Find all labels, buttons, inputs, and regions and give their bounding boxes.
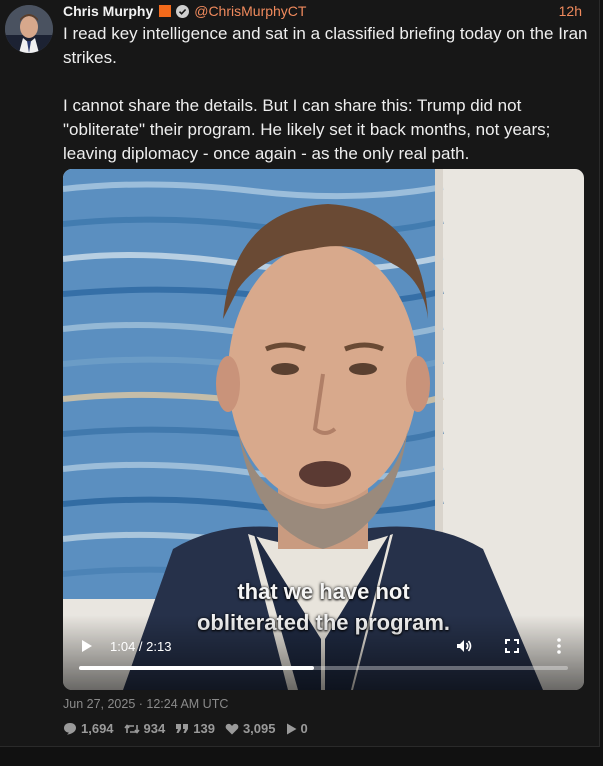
- tweet-card: Chris Murphy @ChrisMurphyCT 12h I read k…: [0, 0, 600, 747]
- quote-count: 139: [193, 721, 215, 736]
- tweet-timestamp[interactable]: Jun 27, 2025 · 12:24 AM UTC: [63, 697, 228, 711]
- video-caption-line-1: that we have not: [237, 579, 410, 604]
- like-icon: [225, 723, 239, 735]
- avatar[interactable]: [5, 5, 53, 53]
- retweet-icon: [123, 723, 140, 735]
- play-count-icon: [286, 723, 297, 735]
- like-stat[interactable]: 3,095: [225, 721, 276, 736]
- relative-time[interactable]: 12h: [559, 3, 582, 19]
- tweet-stats: 1,694 934 139 3,095 0: [63, 721, 308, 736]
- retweet-stat[interactable]: 934: [123, 721, 166, 736]
- retweet-count: 934: [143, 721, 166, 736]
- quote-stat[interactable]: 139: [175, 721, 215, 736]
- affiliation-badge-icon: [159, 5, 172, 17]
- views-count: 0: [300, 721, 308, 736]
- video-player[interactable]: that we have not obliterated the program…: [63, 169, 584, 690]
- reply-count: 1,694: [81, 721, 114, 736]
- author-name[interactable]: Chris Murphy: [63, 3, 153, 19]
- video-time: 1:04 / 2:13: [110, 639, 172, 654]
- video-controls: 1:04 / 2:13: [63, 615, 584, 690]
- like-count: 3,095: [242, 721, 276, 736]
- more-vertical-icon[interactable]: [557, 638, 561, 657]
- author-handle[interactable]: @ChrisMurphyCT: [194, 3, 306, 19]
- tweet-header: Chris Murphy @ChrisMurphyCT 12h: [63, 2, 582, 20]
- fullscreen-icon[interactable]: [505, 639, 519, 656]
- views-stat[interactable]: 0: [286, 721, 308, 736]
- tweet-text: I read key intelligence and sat in a cla…: [63, 24, 588, 163]
- video-progress-fill: [79, 666, 314, 670]
- play-icon[interactable]: [81, 639, 93, 656]
- verified-icon: [176, 4, 190, 18]
- volume-icon[interactable]: [456, 638, 472, 657]
- video-progress-bar[interactable]: [79, 666, 568, 670]
- quote-icon: [175, 723, 189, 734]
- reply-stat[interactable]: 1,694: [63, 721, 114, 736]
- reply-icon: [63, 722, 77, 735]
